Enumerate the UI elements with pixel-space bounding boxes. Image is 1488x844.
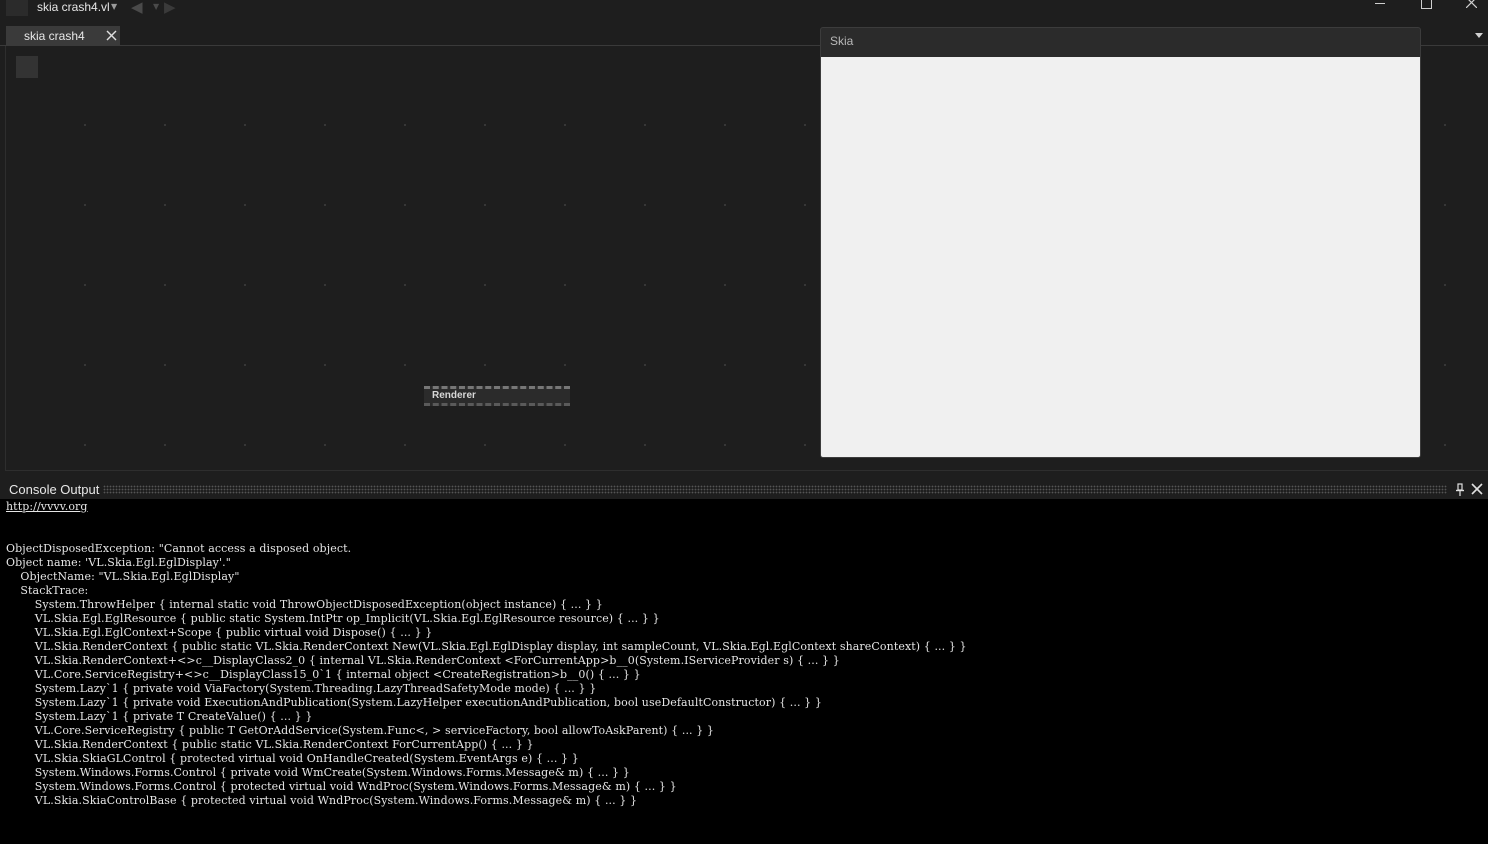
console-line: System.Lazy`1 { private void ExecutionAn… [6, 696, 822, 709]
minimize-button[interactable] [1369, 0, 1391, 12]
console-line: VL.Core.ServiceRegistry { public T GetOr… [6, 724, 715, 737]
navigate-forward-icon[interactable]: ▶ [164, 0, 176, 15]
app-menu-icon[interactable] [6, 0, 28, 16]
maximize-button[interactable] [1415, 0, 1437, 12]
console-line: System.Lazy`1 { private T CreateValue() … [6, 710, 313, 723]
skia-window[interactable]: Skia [820, 27, 1421, 458]
document-dropdown-icon[interactable]: ▼ [111, 0, 117, 14]
close-icon [1466, 0, 1477, 8]
tab-skia-crash4[interactable]: skia crash4 [6, 26, 120, 46]
console-line: VL.Skia.SkiaControlBase { protected virt… [6, 794, 638, 807]
navigate-back-icon[interactable]: ◀ [131, 0, 143, 15]
skia-window-title: Skia [830, 34, 854, 48]
console-line: ObjectDisposedException: "Cannot access … [6, 542, 352, 555]
document-title[interactable]: skia crash4.vl [37, 0, 110, 14]
console-line: VL.Skia.SkiaGLControl { protected virtua… [6, 752, 579, 765]
skia-render-surface[interactable] [821, 57, 1420, 457]
console-line: VL.Core.ServiceRegistry+<>c__DisplayClas… [6, 668, 641, 681]
console-line: System.ThrowHelper { internal static voi… [6, 598, 603, 611]
console-close-icon[interactable] [1471, 483, 1483, 495]
tab-overflow-icon[interactable] [1475, 33, 1483, 38]
console-header: Console Output [5, 481, 1488, 499]
console-line: VL.Skia.RenderContext+<>c__DisplayClass2… [6, 654, 840, 667]
console-line: System.Windows.Forms.Control { private v… [6, 766, 630, 779]
console-line: ObjectName: "VL.Skia.Egl.EglDisplay" [6, 570, 240, 583]
vvvv-link[interactable]: http://vvvv.org [6, 500, 88, 513]
console-line: VL.Skia.Egl.EglContext+Scope { public vi… [6, 626, 433, 639]
console-line: System.Lazy`1 { private void ViaFactory(… [6, 682, 597, 695]
console-line: StackTrace: [6, 584, 89, 597]
console-output[interactable]: http://vvvv.org ObjectDisposedException: … [0, 499, 1488, 844]
console-text: http://vvvv.org ObjectDisposedException: … [6, 500, 967, 808]
navigation-dropdown-icon[interactable]: ▼ [153, 0, 159, 14]
pin-icon[interactable] [1454, 483, 1466, 497]
close-window-button[interactable] [1460, 0, 1482, 12]
console-line: System.Windows.Forms.Control { protected… [6, 780, 677, 793]
console-drag-grip[interactable] [103, 485, 1447, 494]
console-line: Object name: 'VL.Skia.Egl.EglDisplay'." [6, 556, 231, 569]
tab-close-icon[interactable] [106, 30, 117, 41]
tab-label: skia crash4 [24, 29, 85, 43]
console-line: VL.Skia.RenderContext { public static VL… [6, 738, 534, 751]
title-bar: skia crash4.vl ▼ ◀ ▼ ▶ [0, 0, 1488, 16]
console-line: VL.Skia.Egl.EglResource { public static … [6, 612, 660, 625]
patch-handle[interactable] [16, 56, 38, 78]
renderer-node-label: Renderer [432, 390, 476, 401]
console-title: Console Output [9, 482, 100, 497]
console-line: VL.Skia.RenderContext { public static VL… [6, 640, 967, 653]
renderer-node[interactable]: Renderer [424, 386, 570, 406]
